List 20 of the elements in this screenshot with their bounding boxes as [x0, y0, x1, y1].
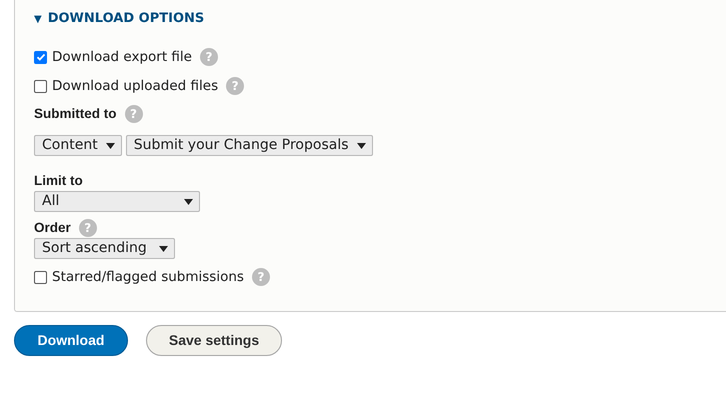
field-label: Limit to	[34, 172, 83, 190]
select-dropdown[interactable]: All	[34, 191, 200, 212]
download-button[interactable]: Download	[14, 325, 128, 356]
caret-icon	[106, 142, 115, 148]
section-header[interactable]: ▼ DOWNLOAD OPTIONS	[34, 10, 726, 28]
checkbox-label: Download uploaded files	[52, 76, 218, 96]
caret-icon	[184, 198, 193, 204]
field-label: Submitted to	[34, 104, 116, 123]
caret-icon	[356, 142, 366, 148]
checkbox[interactable]	[34, 80, 47, 92]
select-dropdown[interactable]: Sort ascending	[34, 238, 175, 259]
checkbox[interactable]	[34, 270, 47, 284]
field-label: Order	[34, 218, 71, 237]
checkbox[interactable]	[34, 50, 47, 64]
checkbox-label: Download export file	[52, 48, 192, 67]
select-dropdown[interactable]: Submit your Change Proposals	[126, 135, 372, 156]
select-dropdown[interactable]: Content	[34, 135, 122, 156]
checkbox-label: Starred/flagged submissions	[52, 268, 244, 287]
caret-icon	[159, 246, 168, 252]
save-button[interactable]: Save settings	[146, 325, 282, 356]
